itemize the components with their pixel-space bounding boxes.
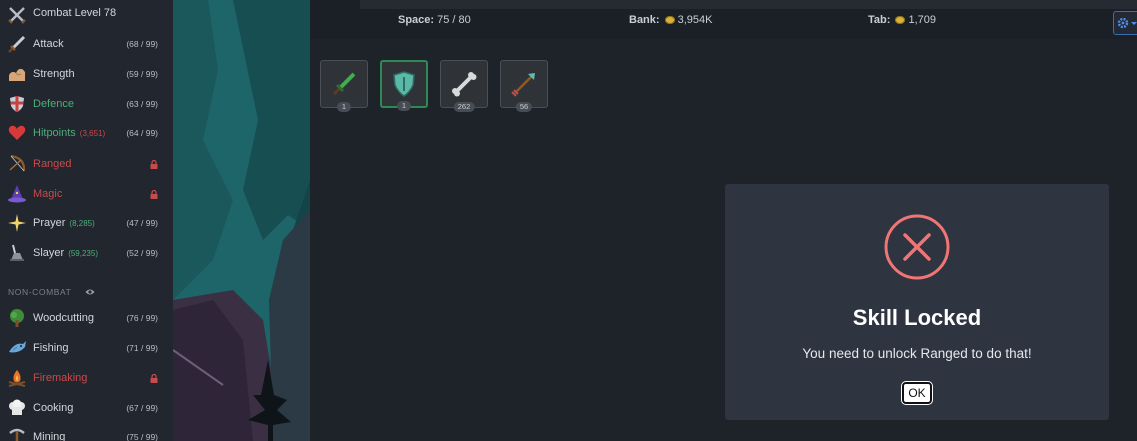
skill-name: Hitpoints (3,651) [33,127,105,139]
skill-level: (71 / 99) [126,343,158,353]
heart-icon [7,123,27,143]
bank-value-stat: Bank: 3,954K [629,14,713,26]
tab-value: 1,709 [908,14,936,26]
space-label: Space: [398,14,435,26]
coin-icon [664,16,675,25]
skill-label: Slayer [33,247,65,259]
background-scenery [173,0,310,441]
arrow-icon [511,73,535,97]
bank-item-slot[interactable]: 262 [440,60,488,112]
skill-level: (63 / 99) [126,99,158,109]
skill-name: Defence [33,98,74,110]
skill-slayer[interactable]: Slayer (59,235) (52 / 99) [0,238,173,268]
gear-icon [1117,17,1137,29]
sword-icon [7,34,27,54]
skill-hitpoints[interactable]: Hitpoints (3,651) (64 / 99) [0,118,173,148]
skill-attack[interactable]: Attack (68 / 99) [0,29,173,59]
skill-level: (47 / 99) [126,218,158,228]
search-strip [360,0,1137,9]
item-quantity: 1 [397,101,411,111]
dialog-title: Skill Locked [852,305,982,330]
skill-level: (52 / 99) [126,248,158,258]
skill-firemaking[interactable]: Firemaking [0,363,173,393]
error-x-icon [884,214,950,280]
shield-icon [7,94,27,114]
coin-icon [895,16,906,25]
skill-fishing[interactable]: Fishing (71 / 99) [0,333,173,363]
lock-icon [150,373,158,383]
skill-name: Slayer (59,235) [33,247,98,259]
skills-sidebar: Combat Level 78 Attack (68 / 99) Strengt… [0,0,173,441]
bone-icon [452,72,477,97]
eye-icon[interactable] [85,288,95,296]
skill-woodcutting[interactable]: Woodcutting (76 / 99) [0,303,173,333]
flexed-arm-icon [7,64,27,84]
skill-label: Hitpoints [33,127,76,139]
space-value: 75 / 80 [437,14,471,26]
bank-item-slot[interactable]: 1 [320,60,368,112]
sparkle-icon [7,213,27,233]
skill-name: Strength [33,68,75,80]
wizard-hat-icon [7,184,27,204]
skill-name: Firemaking [33,372,88,384]
bank-settings-button[interactable] [1113,11,1137,35]
bank-item-slot[interactable]: 56 [500,60,548,112]
mountain-illustration [173,0,310,441]
bank-label: Bank: [629,14,660,26]
skill-sub-value: (3,651) [79,129,106,138]
bank-value: 3,954K [677,14,713,26]
item-quantity: 56 [515,102,533,112]
skill-level: (76 / 99) [126,313,158,323]
skill-name: Fishing [33,342,69,354]
dialog-message: You need to unlock Ranged to do that! [802,346,1032,361]
combat-level-row[interactable]: Combat Level 78 [0,0,173,30]
bank-item-slot-selected[interactable]: 1 [380,60,428,111]
tree-icon [7,308,27,328]
item-quantity: 1 [337,102,351,112]
skill-name: Magic [33,188,63,200]
tab-value-stat: Tab: 1,709 [868,14,936,26]
slayer-icon [7,243,27,263]
skill-sub-value: (8,285) [69,219,95,228]
skill-name: Woodcutting [33,312,94,324]
ok-button[interactable]: OK [902,382,932,404]
pickaxe-icon [7,427,27,441]
chef-hat-icon [7,398,27,418]
skill-defence[interactable]: Defence (63 / 99) [0,89,173,119]
skill-level: (59 / 99) [126,69,158,79]
skill-strength[interactable]: Strength (59 / 99) [0,59,173,89]
lock-icon [150,189,158,199]
skill-locked-dialog: Skill Locked You need to unlock Ranged t… [725,184,1109,420]
bank-header-bar: Space: 75 / 80 Bank: 3,954K Tab: 1,709 [310,0,1137,39]
skill-magic[interactable]: Magic [0,179,173,209]
skill-level: (64 / 99) [126,128,158,138]
fish-icon [7,338,27,358]
skill-level: (75 / 99) [126,432,158,441]
skill-name: Cooking [33,402,74,414]
skill-name: Mining [33,431,66,441]
skill-mining[interactable]: Mining (75 / 99) [0,422,173,441]
crossed-swords-icon [7,5,27,25]
bow-icon [7,154,27,174]
teal-shield-icon [393,71,415,97]
skill-label: Prayer [33,217,66,229]
skill-level: (68 / 99) [126,39,158,49]
skill-name: Ranged [33,158,72,170]
lock-icon [150,159,158,169]
skill-sub-value: (59,235) [68,249,98,258]
campfire-icon [7,368,27,388]
non-combat-header: NON-COMBAT [8,287,72,297]
skill-ranged[interactable]: Ranged [0,149,173,179]
bank-space-stat: Space: 75 / 80 [398,14,471,26]
green-sword-icon [332,72,356,96]
tab-label: Tab: [868,14,891,26]
skill-cooking[interactable]: Cooking (67 / 99) [0,393,173,423]
item-quantity: 262 [453,102,475,112]
skill-level: (67 / 99) [126,403,158,413]
skill-prayer[interactable]: Prayer (8,285) (47 / 99) [0,208,173,238]
skill-name: Prayer (8,285) [33,217,95,229]
combat-level-label: Combat Level 78 [33,7,117,19]
skill-name: Attack [33,38,64,50]
